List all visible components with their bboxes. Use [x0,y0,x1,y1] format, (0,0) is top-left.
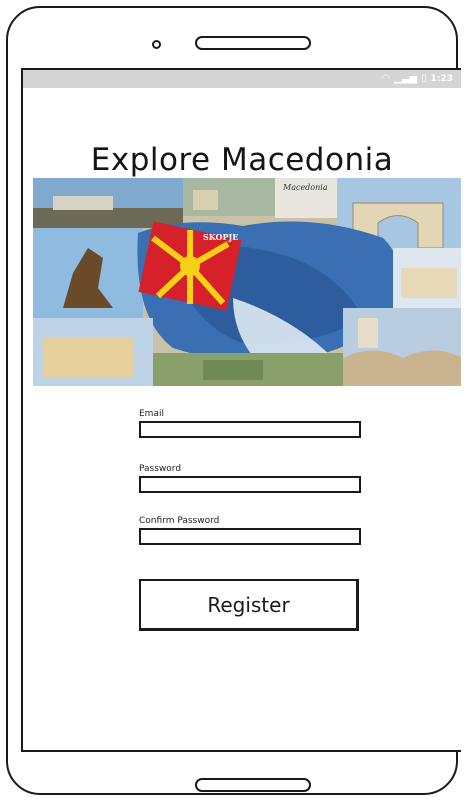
email-label: Email [139,409,164,419]
battery-icon: ▯ [421,73,427,84]
password-field[interactable] [139,476,361,493]
macedonia-collage-image: Macedonia SKOPJE [33,178,461,386]
banner-label-skopje: SKOPJE [203,232,238,242]
email-field[interactable] [139,421,361,438]
confirm-password-field[interactable] [139,528,361,545]
page-title: Explore Macedonia [90,142,394,178]
signal-icon: ▁▃▅ [394,73,418,84]
confirm-password-label: Confirm Password [139,516,220,526]
wifi-icon: ◠ [381,73,391,84]
camera-icon [152,40,161,49]
status-time: 1:23 [430,74,453,84]
screen: ◠ ▁▃▅ ▯ 1:23 Explore Macedonia Macedonia [21,68,461,752]
banner-label-macedonia: Macedonia [282,183,328,192]
status-bar: ◠ ▁▃▅ ▯ 1:23 [23,70,461,88]
register-button[interactable]: Register [139,579,359,631]
speaker-grille [195,36,311,50]
password-label: Password [139,464,182,474]
home-button[interactable] [195,778,311,792]
